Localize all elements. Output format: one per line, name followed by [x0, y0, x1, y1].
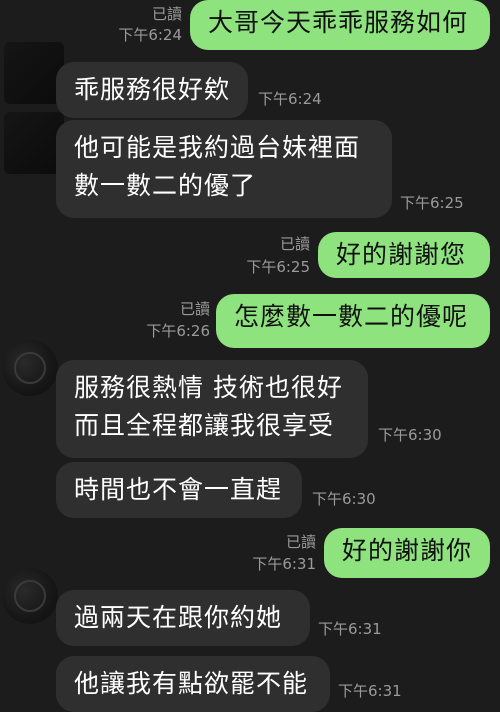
message-line: 服務很熱情 技術也很好: [74, 373, 343, 402]
incoming-message-bubble[interactable]: 時間也不會一直趕: [56, 462, 302, 518]
incoming-message-bubble[interactable]: 服務很熱情 技術也很好 而且全程都讓我很享受: [56, 360, 368, 458]
message-time: 下午6:30: [312, 490, 376, 508]
message-line: 而且全程都讓我很享受: [74, 411, 335, 440]
message-time: 下午6:26: [146, 322, 210, 340]
read-receipt: 已讀: [285, 533, 316, 551]
incoming-message-bubble[interactable]: 他可能是我約過台妹裡面 數一數二的優了: [56, 120, 392, 218]
avatar-face-icon: [14, 352, 46, 384]
outgoing-message-bubble[interactable]: 大哥今天乖乖服務如何: [190, 0, 490, 50]
read-receipt: 已讀: [279, 235, 310, 253]
message-time: 下午6:31: [318, 620, 382, 638]
message-time: 下午6:25: [400, 194, 464, 212]
incoming-message-bubble[interactable]: 乖服務很好欸: [56, 62, 248, 118]
outgoing-message-bubble[interactable]: 好的謝謝您: [318, 232, 490, 278]
message-time: 下午6:24: [258, 90, 322, 108]
outgoing-message-bubble[interactable]: 好的謝謝你: [324, 528, 490, 578]
contact-avatar[interactable]: [4, 112, 64, 174]
contact-avatar[interactable]: [2, 340, 58, 396]
message-time: 下午6:30: [378, 426, 442, 444]
read-receipt: 已讀: [151, 5, 182, 23]
contact-avatar[interactable]: [4, 42, 64, 104]
message-line: 數一數二的優了: [74, 171, 257, 200]
message-line: 他可能是我約過台妹裡面: [74, 133, 361, 162]
incoming-message-bubble[interactable]: 他讓我有點欲罷不能: [56, 656, 330, 712]
read-receipt: 已讀: [179, 300, 210, 318]
contact-avatar[interactable]: [2, 568, 58, 624]
message-time: 下午6:25: [246, 258, 310, 276]
outgoing-message-bubble[interactable]: 怎麼數一數二的優呢: [216, 294, 490, 348]
message-time: 下午6:31: [338, 682, 402, 700]
message-time: 下午6:24: [118, 26, 182, 44]
message-time: 下午6:31: [252, 555, 316, 573]
incoming-message-bubble[interactable]: 過兩天在跟你約她: [56, 590, 310, 646]
avatar-face-icon: [14, 580, 46, 612]
